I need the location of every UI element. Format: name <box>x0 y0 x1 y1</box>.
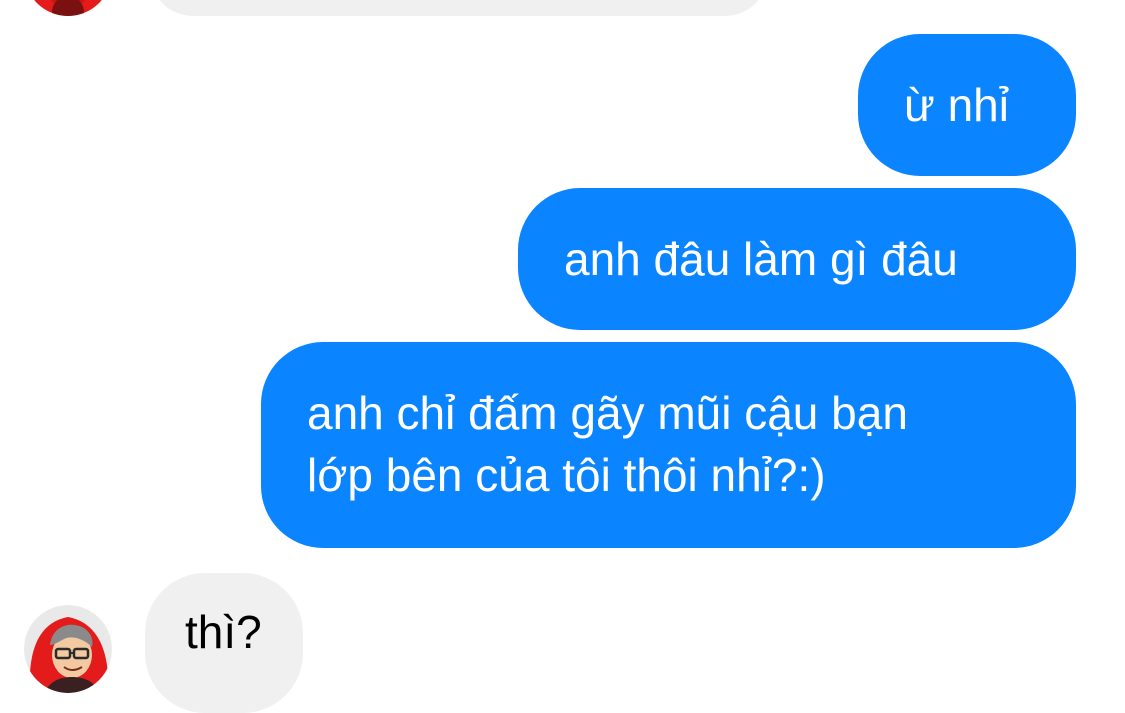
contact-avatar[interactable] <box>24 605 112 693</box>
message-bubble-outgoing[interactable]: anh đâu làm gì đâu <box>518 188 1076 330</box>
message-thread: ừ nhỉ anh đâu làm gì đâu anh chỉ đấm gãy… <box>0 0 1125 713</box>
message-text: anh đâu làm gì đâu <box>564 233 958 285</box>
avatar-illustration-icon <box>34 0 102 16</box>
message-bubble-incoming[interactable] <box>150 0 768 16</box>
contact-avatar[interactable] <box>24 0 112 16</box>
message-text-line: lớp bên của tôi thôi nhỉ?:) <box>307 449 826 501</box>
message-text: thì? <box>185 606 262 658</box>
message-text-line: anh chỉ đấm gãy mũi cậu bạn <box>307 387 908 439</box>
message-bubble-incoming[interactable]: thì? <box>145 573 303 713</box>
message-bubble-outgoing[interactable]: ừ nhỉ <box>858 34 1076 176</box>
message-text: ừ nhỉ <box>904 79 1009 131</box>
message-bubble-outgoing[interactable]: anh chỉ đấm gãy mũi cậu bạn lớp bên của … <box>261 342 1076 548</box>
avatar-illustration-icon <box>24 605 112 693</box>
